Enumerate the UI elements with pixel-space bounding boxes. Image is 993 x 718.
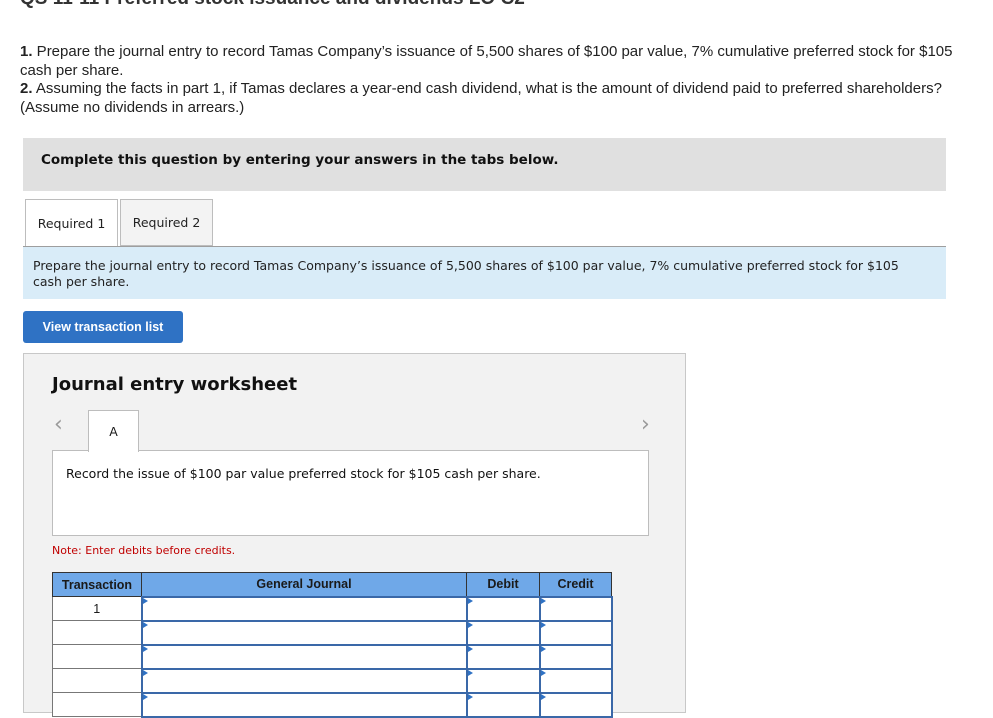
account-cell[interactable]	[140, 619, 468, 646]
debit-input[interactable]	[467, 693, 539, 716]
worksheet-description-box: Record the issue of $100 par value prefe…	[52, 450, 649, 536]
journal-entry-worksheet: Journal entry worksheet ‹ › A Record the…	[23, 353, 686, 718]
account-input[interactable]	[142, 621, 466, 644]
debit-input[interactable]	[467, 669, 539, 692]
table-row	[52, 619, 613, 646]
table-row	[52, 667, 613, 694]
transaction-cell	[52, 668, 142, 693]
part-2-text: 2. Assuming the facts in part 1, if Tama…	[20, 80, 970, 117]
credit-cell[interactable]	[538, 667, 613, 694]
part-2-number: 2.	[20, 80, 33, 97]
worksheet-description: Record the issue of $100 par value prefe…	[66, 466, 541, 481]
part-1-body: Prepare the journal entry to record Tama…	[20, 43, 953, 79]
part-2-body: Assuming the facts in part 1, if Tamas d…	[20, 80, 942, 116]
table-row	[52, 691, 613, 718]
account-input[interactable]	[142, 693, 466, 716]
debit-cell[interactable]	[465, 691, 541, 718]
transaction-cell	[52, 620, 142, 645]
part-1-text: 1. Prepare the journal entry to record T…	[20, 43, 970, 80]
debit-cell[interactable]	[465, 619, 541, 646]
credit-input[interactable]	[540, 621, 611, 644]
chevron-right-icon[interactable]: ›	[641, 412, 650, 437]
credit-cell[interactable]	[538, 619, 613, 646]
prompt-bar: Prepare the journal entry to record Tama…	[23, 247, 946, 299]
credit-input[interactable]	[540, 597, 611, 620]
tab-required-1[interactable]: Required 1	[25, 199, 118, 248]
view-transaction-list-button[interactable]: View transaction list	[23, 311, 183, 343]
journal-table: Transaction General Journal Debit Credit…	[52, 572, 613, 718]
instruction-bar: Complete this question by entering your …	[23, 138, 946, 191]
table-row	[52, 643, 613, 670]
worksheet-tab-a[interactable]: A	[88, 410, 139, 452]
table-row: 1	[52, 595, 613, 622]
prompt-text: Prepare the journal entry to record Tama…	[33, 258, 899, 289]
transaction-cell	[52, 644, 142, 669]
debit-input[interactable]	[467, 645, 539, 668]
credit-input[interactable]	[540, 645, 611, 668]
debit-input[interactable]	[467, 597, 539, 620]
credit-input[interactable]	[540, 693, 611, 716]
account-input[interactable]	[142, 669, 466, 692]
col-general-journal: General Journal	[141, 572, 467, 597]
journal-header-row: Transaction General Journal Debit Credit	[52, 572, 612, 597]
tab-required-2[interactable]: Required 2	[120, 199, 213, 246]
credit-cell[interactable]	[538, 691, 613, 718]
account-cell[interactable]	[140, 691, 468, 718]
worksheet-title: Journal entry worksheet	[52, 374, 298, 395]
account-cell[interactable]	[140, 643, 468, 670]
col-debit: Debit	[466, 572, 540, 597]
part-1-number: 1.	[20, 43, 33, 60]
question-title: QS 11-11 Preferred stock issuance and di…	[20, 0, 525, 10]
credit-cell[interactable]	[538, 643, 613, 670]
debit-cell[interactable]	[465, 667, 541, 694]
account-input[interactable]	[142, 645, 466, 668]
credit-input[interactable]	[540, 669, 611, 692]
debits-note: Note: Enter debits before credits.	[52, 544, 236, 557]
account-cell[interactable]	[140, 595, 468, 622]
transaction-cell	[52, 692, 142, 717]
credit-cell[interactable]	[538, 595, 613, 622]
account-cell[interactable]	[140, 667, 468, 694]
transaction-cell: 1	[52, 596, 142, 621]
question-intro: 1. Prepare the journal entry to record T…	[20, 43, 970, 117]
col-credit: Credit	[539, 572, 612, 597]
debit-cell[interactable]	[465, 595, 541, 622]
debit-input[interactable]	[467, 621, 539, 644]
account-input[interactable]	[142, 597, 466, 620]
debit-cell[interactable]	[465, 643, 541, 670]
chevron-left-icon[interactable]: ‹	[54, 412, 63, 437]
col-transaction: Transaction	[52, 572, 142, 597]
instruction-text: Complete this question by entering your …	[41, 152, 559, 168]
